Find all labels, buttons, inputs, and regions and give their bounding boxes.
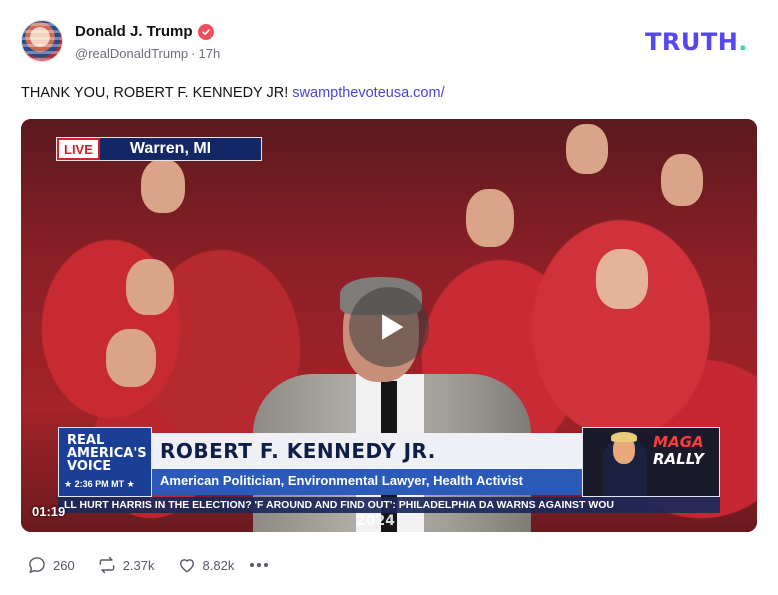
meta-separator: · <box>191 46 196 61</box>
reply-button[interactable]: 260 <box>27 555 75 575</box>
crowd-face <box>661 154 703 206</box>
verified-badge-icon <box>197 23 214 40</box>
title-plate: American Politician, Environmental Lawye… <box>152 469 582 495</box>
retruth-button[interactable]: 2.37k <box>97 555 155 575</box>
play-button[interactable] <box>349 287 429 367</box>
post-time[interactable]: 17h <box>199 46 221 61</box>
crowd-face <box>596 249 648 309</box>
crowd-face <box>566 124 608 174</box>
thumb-hair <box>611 432 637 442</box>
author-avatar[interactable] <box>21 20 63 62</box>
rally-thumbnail: MAGA RALLY <box>582 427 720 497</box>
retruth-icon <box>99 556 115 574</box>
broadcast-time: ★ 2:36 PM MT ★ <box>64 479 135 489</box>
podium-year: 2024 <box>356 513 395 529</box>
ticker-text: LL HURT HARRIS IN THE ELECTION? 'F AROUN… <box>64 499 614 511</box>
truth-social-logo[interactable]: TRUTH. <box>645 28 748 56</box>
post-link[interactable]: swampthevoteusa.com/ <box>292 85 444 101</box>
speaker-title: American Politician, Environmental Lawye… <box>160 473 523 488</box>
retruth-count: 2.37k <box>122 557 155 573</box>
post-text: THANK YOU, ROBERT F. KENNEDY JR! <box>21 85 289 101</box>
speaker-name: ROBERT F. KENNEDY JR. <box>160 439 436 463</box>
live-tag: LIVE <box>57 138 100 160</box>
author-display-name[interactable]: Donald J. Trump <box>75 23 193 40</box>
heart-icon <box>179 559 194 573</box>
crowd-face <box>141 159 185 213</box>
rally-logo-top: MAGA <box>653 433 704 451</box>
crowd-face <box>126 259 174 315</box>
rally-logo: MAGA RALLY <box>653 434 704 468</box>
live-location-bar: LIVE Warren, MI <box>56 137 263 161</box>
play-icon <box>381 314 403 340</box>
network-logo: REAL AMERICA'S VOICE <box>67 433 147 474</box>
lower-third: REAL AMERICA'S VOICE ★ 2:36 PM MT ★ ROBE… <box>58 427 720 497</box>
author-meta: @realDonaldTrump · 17h <box>75 46 220 61</box>
network-logo-box: REAL AMERICA'S VOICE ★ 2:36 PM MT ★ <box>58 427 152 497</box>
truth-post: Donald J. Trump @realDonaldTrump · 17h T… <box>0 0 778 595</box>
post-actions: 260 2.37k 8.82k <box>27 555 269 575</box>
video-duration: 01:19 <box>32 504 66 519</box>
name-plate: ROBERT F. KENNEDY JR. <box>152 433 582 469</box>
brand-dot: . <box>738 28 748 56</box>
crowd-face <box>106 329 156 387</box>
reply-icon <box>29 557 45 574</box>
more-options-icon[interactable] <box>250 563 269 567</box>
video-player[interactable]: LIVE Warren, MI REAL AMERICA'S VOICE ★ 2… <box>21 119 757 532</box>
broadcast-time-text: 2:36 PM MT <box>74 479 125 489</box>
rally-logo-bottom: RALLY <box>653 450 704 468</box>
location-label: Warren, MI <box>129 140 212 157</box>
reply-count: 260 <box>53 557 75 573</box>
like-button[interactable]: 8.82k <box>177 555 235 575</box>
news-ticker: LL HURT HARRIS IN THE ELECTION? 'F AROUN… <box>58 497 720 513</box>
crowd-face <box>466 189 514 247</box>
author-handle[interactable]: @realDonaldTrump <box>75 46 188 61</box>
brand-wordmark: TRUTH <box>645 28 739 56</box>
author-name-row: Donald J. Trump <box>75 23 214 40</box>
post-body: THANK YOU, ROBERT F. KENNEDY JR! swampth… <box>21 85 445 101</box>
like-count: 8.82k <box>202 557 235 573</box>
